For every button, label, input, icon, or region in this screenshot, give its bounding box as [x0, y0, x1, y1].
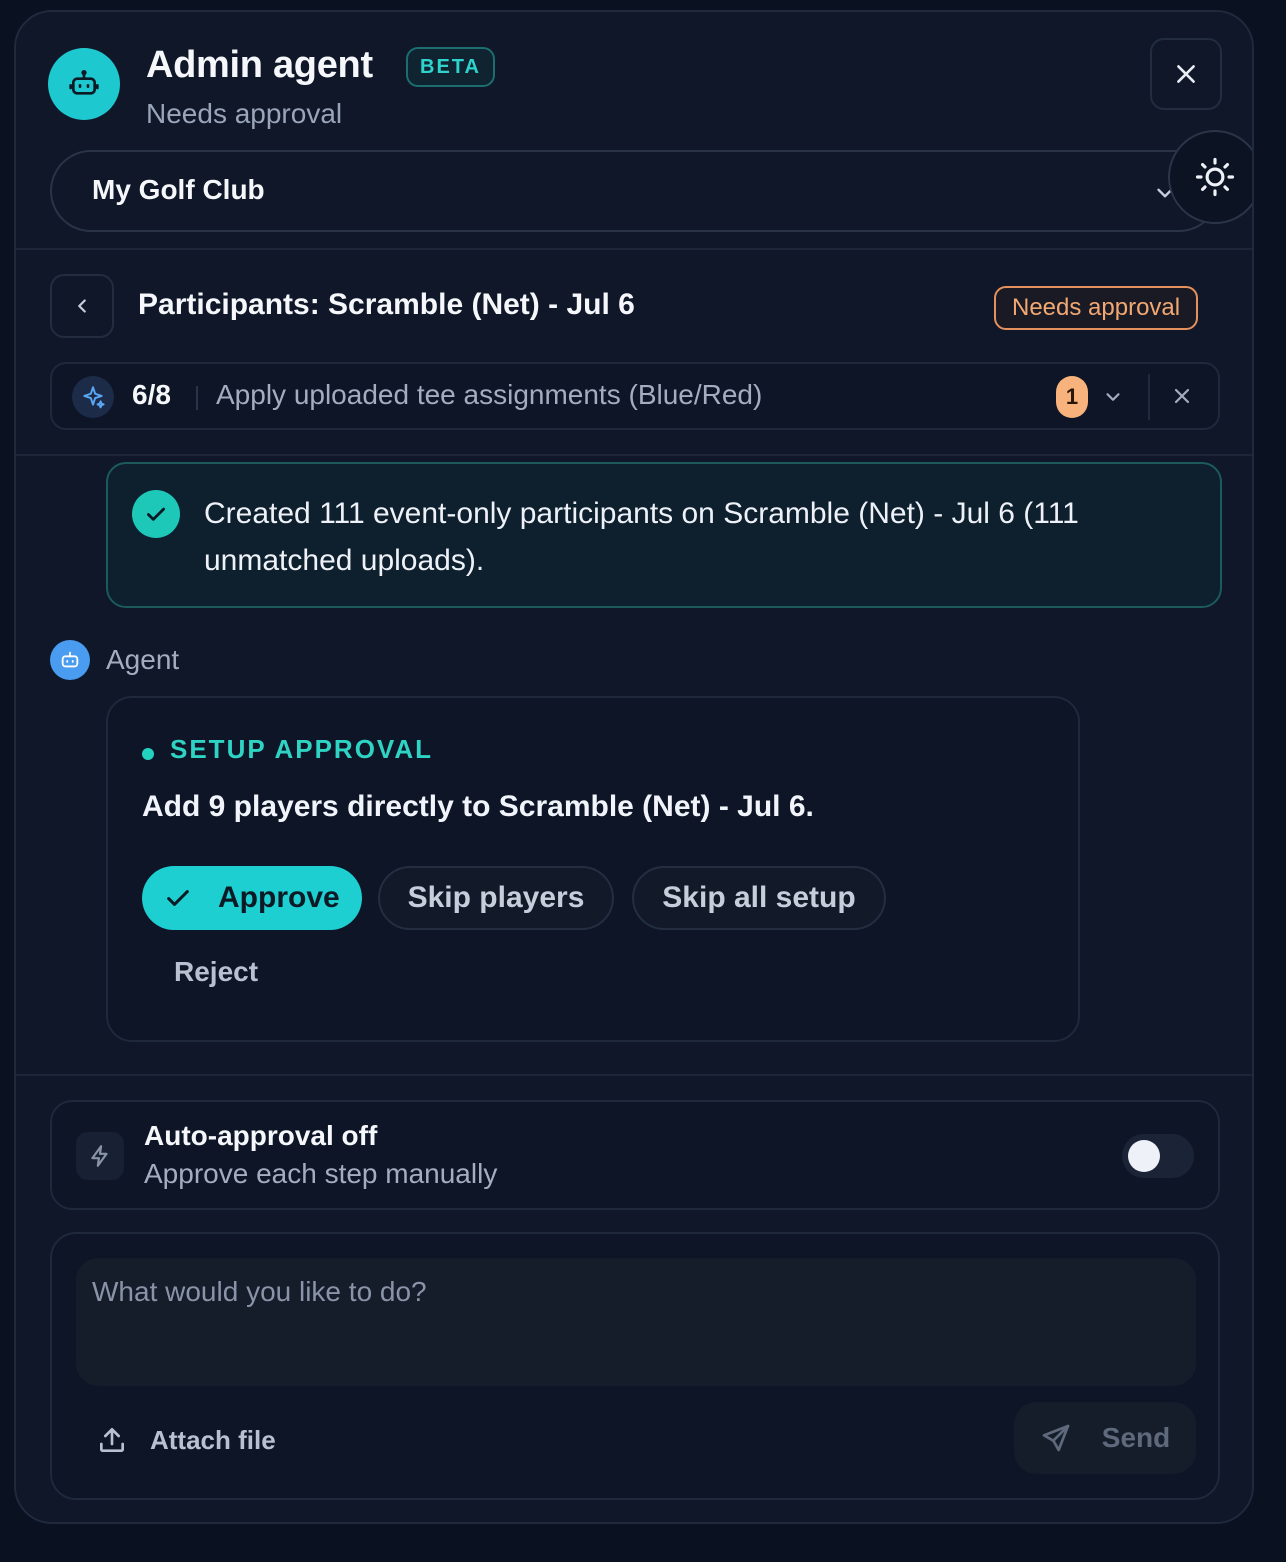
sparkle-icon [72, 376, 114, 418]
beta-badge: BETA [406, 47, 495, 87]
chevron-left-icon [78, 299, 86, 313]
task-title: Participants: Scramble (Net) - Jul 6 [138, 288, 635, 321]
step-vertical-divider [1148, 374, 1150, 420]
success-message: Created 111 event-only participants on S… [106, 462, 1222, 608]
send-icon [1042, 1424, 1070, 1452]
check-circle-icon [132, 490, 180, 538]
approval-text: Add 9 players directly to Scramble (Net)… [142, 790, 814, 823]
task-divider [16, 454, 1252, 456]
pending-count-badge: 1 [1056, 376, 1088, 418]
attach-file-button[interactable]: Attach file [96, 1420, 276, 1460]
panel-header: Admin agent BETA Needs approval My Golf … [16, 12, 1252, 250]
approval-card: SETUP APPROVAL Add 9 players directly to… [106, 696, 1080, 1042]
approve-button[interactable]: Approve [142, 866, 362, 930]
skip-players-button[interactable]: Skip players [378, 866, 614, 930]
agent-label: Agent [106, 644, 180, 675]
toggle-knob [1128, 1140, 1160, 1172]
auto-approval-title: Auto-approval off [144, 1120, 378, 1151]
sun-icon [1195, 157, 1235, 197]
send-button[interactable]: Send [1014, 1402, 1196, 1474]
attach-file-label: Attach file [150, 1424, 276, 1455]
check-icon [167, 890, 189, 906]
success-text: Created 111 event-only participants on S… [204, 497, 1079, 577]
auto-approval-subtitle: Approve each step manually [144, 1158, 498, 1189]
agent-avatar [48, 48, 120, 120]
approval-label: SETUP APPROVAL [170, 734, 434, 764]
panel-title: Admin agent [146, 44, 373, 86]
panel-subtitle: Needs approval [146, 98, 343, 129]
approve-button-label: Approve [218, 881, 340, 914]
step-progress-bar[interactable]: 6/8 Apply uploaded tee assignments (Blue… [50, 362, 1220, 430]
reject-button[interactable]: Reject [174, 956, 258, 988]
lightning-icon [76, 1132, 124, 1180]
header-divider [16, 248, 1252, 250]
close-icon [1177, 65, 1195, 83]
theme-toggle-button[interactable] [1168, 130, 1252, 224]
club-select-value: My Golf Club [92, 174, 265, 205]
auto-approval-toggle[interactable] [1122, 1134, 1194, 1178]
skip-all-setup-button[interactable]: Skip all setup [632, 866, 886, 930]
upload-icon [100, 1428, 124, 1452]
back-button[interactable] [50, 274, 114, 338]
agent-panel: Admin agent BETA Needs approval My Golf … [14, 10, 1254, 1524]
close-icon[interactable] [1170, 384, 1194, 408]
close-button[interactable] [1150, 38, 1222, 110]
status-badge: Needs approval [994, 286, 1199, 330]
robot-icon [61, 651, 79, 668]
status-dot [142, 748, 154, 760]
message-input[interactable] [76, 1258, 1196, 1386]
step-description: Apply uploaded tee assignments (Blue/Red… [216, 379, 763, 410]
send-button-label: Send [1101, 1422, 1171, 1453]
composer-divider [16, 1074, 1252, 1076]
robot-icon [69, 70, 99, 95]
club-select[interactable]: My Golf Club [50, 150, 1220, 232]
message-composer: Attach file Send [50, 1232, 1220, 1500]
auto-approval-setting: Auto-approval off Approve each step manu… [50, 1100, 1220, 1210]
chevron-down-icon[interactable] [1102, 386, 1124, 408]
step-separator [196, 386, 198, 410]
agent-avatar-small [50, 640, 90, 680]
step-count: 6/8 [132, 379, 171, 410]
